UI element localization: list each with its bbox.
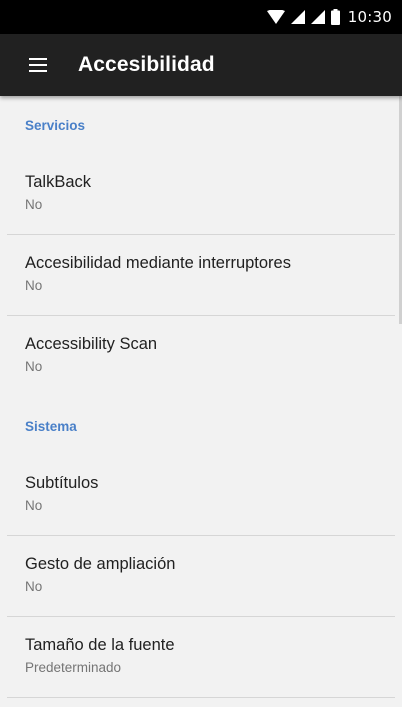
list-item-talkback[interactable]: TalkBack No xyxy=(0,154,402,235)
app-bar: Accesibilidad xyxy=(0,34,402,96)
menu-icon xyxy=(29,58,47,72)
wifi-icon xyxy=(266,10,285,24)
section-header-servicios: Servicios xyxy=(25,118,86,133)
status-time: 10:30 xyxy=(347,8,392,26)
item-summary: No xyxy=(25,278,43,293)
item-title: Accesibilidad mediante interruptores xyxy=(25,254,291,272)
item-summary: No xyxy=(25,197,43,212)
item-summary: No xyxy=(25,579,43,594)
signal-icon xyxy=(290,10,305,24)
item-title: TalkBack xyxy=(25,173,92,191)
status-icons xyxy=(266,9,340,25)
status-bar: 10:30 xyxy=(0,0,402,34)
list-item-font-size[interactable]: Tamaño de la fuente Predeterminado xyxy=(0,617,402,698)
settings-list: Servicios TalkBack No Accesibilidad medi… xyxy=(0,96,402,707)
item-summary: Predeterminado xyxy=(25,660,122,675)
battery-icon xyxy=(330,9,340,25)
item-title: Subtítulos xyxy=(25,474,99,492)
item-summary: No xyxy=(25,359,43,374)
item-title: Gesto de ampliación xyxy=(25,555,176,573)
list-item-accessibility-scan[interactable]: Accessibility Scan No xyxy=(0,316,402,397)
signal-icon xyxy=(310,10,325,24)
list-item-subtitles[interactable]: Subtítulos No xyxy=(0,455,402,536)
section-header-sistema: Sistema xyxy=(25,419,77,434)
page-title: Accesibilidad xyxy=(78,53,215,76)
item-summary: No xyxy=(25,498,43,513)
menu-button[interactable] xyxy=(10,37,66,93)
list-item-magnification-gesture[interactable]: Gesto de ampliación No xyxy=(0,536,402,617)
list-item-switch-access[interactable]: Accesibilidad mediante interruptores No xyxy=(0,235,402,316)
item-title: Tamaño de la fuente xyxy=(25,636,175,654)
item-title: Accessibility Scan xyxy=(25,335,158,353)
